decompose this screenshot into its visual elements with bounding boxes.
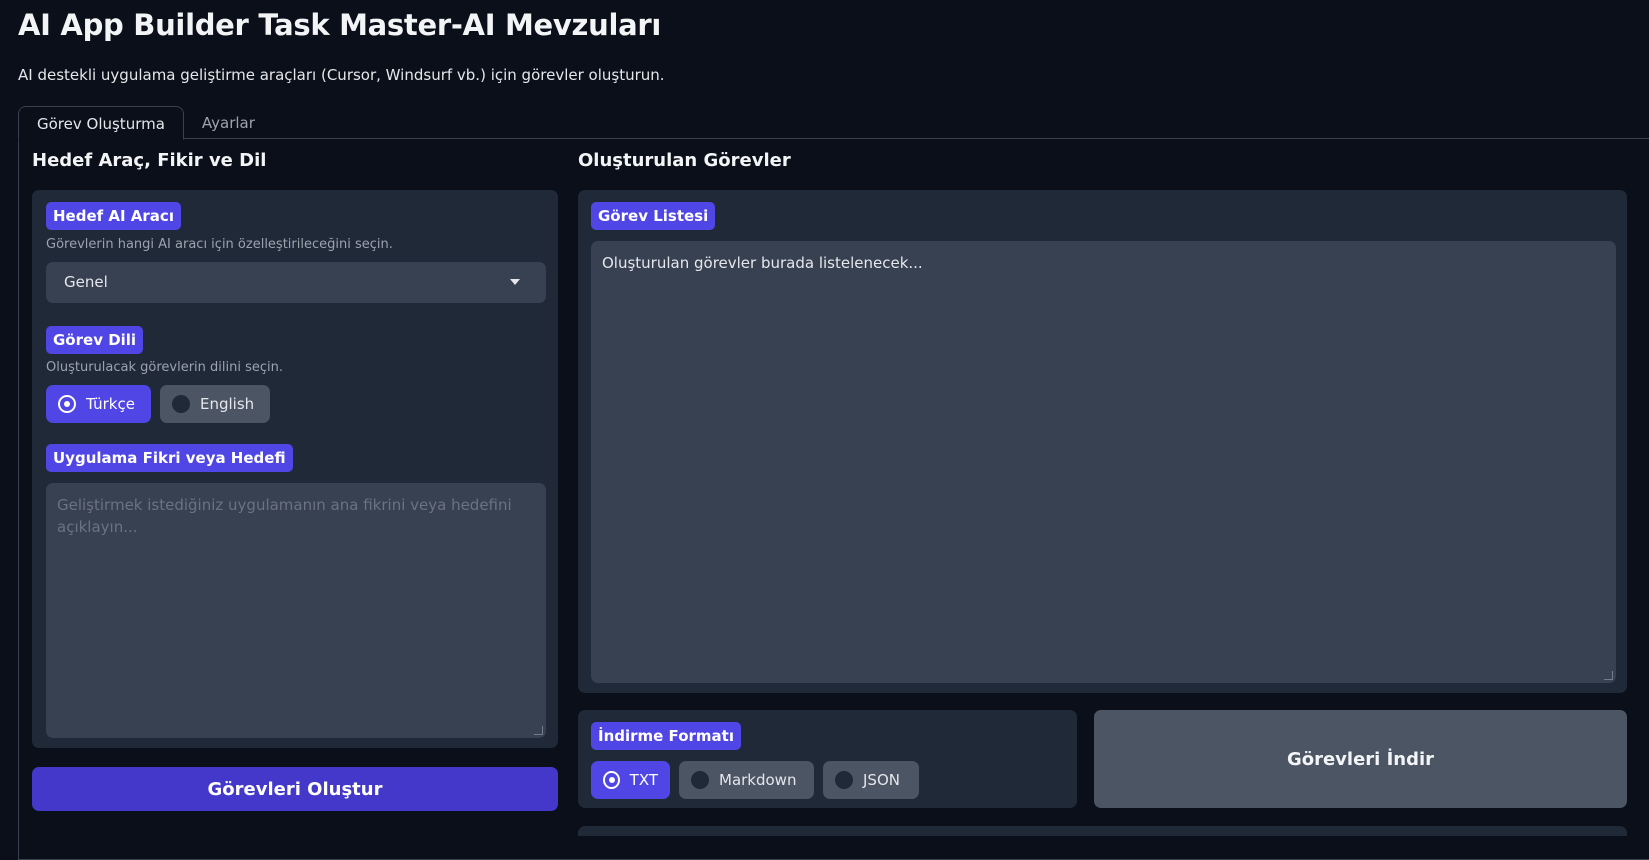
radio-unselected-icon — [835, 771, 853, 789]
radio-selected-icon — [603, 771, 620, 789]
language-option-label: Türkçe — [86, 395, 135, 413]
tool-selected-value: Genel — [64, 273, 108, 291]
tab-bar: Görev Oluşturma Ayarlar — [18, 106, 273, 140]
download-tasks-button[interactable]: Görevleri İndir — [1094, 710, 1627, 808]
tab-gorev-olusturma[interactable]: Görev Oluşturma — [18, 106, 184, 140]
tool-label: Hedef AI Aracı — [46, 202, 181, 230]
tab-ayarlar[interactable]: Ayarlar — [184, 106, 273, 139]
task-list-label: Görev Listesi — [591, 202, 716, 230]
chevron-down-icon — [510, 279, 520, 285]
task-list-placeholder: Oluşturulan görevler burada listelenecek… — [602, 254, 923, 272]
tool-hint: Görevlerin hangi AI aracı için özelleşti… — [46, 237, 393, 252]
language-option-label: English — [200, 395, 255, 413]
tool-dropdown[interactable]: Genel — [46, 262, 546, 303]
page-subtitle: AI destekli uygulama geliştirme araçları… — [18, 66, 665, 84]
right-column-heading: Oluşturulan Görevler — [578, 150, 791, 171]
language-option-turkce[interactable]: Türkçe — [46, 385, 151, 423]
download-format-label: İndirme Formatı — [591, 722, 741, 750]
language-option-english[interactable]: English — [160, 385, 270, 423]
next-panel-edge — [578, 826, 1627, 836]
page-title: AI App Builder Task Master-AI Mevzuları — [18, 8, 661, 42]
idea-label: Uygulama Fikri veya Hedefi — [46, 444, 293, 472]
format-option-label: JSON — [863, 771, 900, 789]
language-hint: Oluşturulacak görevlerin dilini seçin. — [46, 360, 283, 375]
idea-textarea[interactable]: Geliştirmek istediğiniz uygulamanın ana … — [46, 483, 546, 738]
resize-grip-icon[interactable] — [1604, 671, 1613, 680]
format-option-label: TXT — [629, 771, 658, 789]
radio-selected-icon — [58, 395, 76, 413]
language-label: Görev Dili — [46, 326, 144, 354]
generate-tasks-button[interactable]: Görevleri Oluştur — [32, 767, 558, 811]
format-option-label: Markdown — [719, 771, 797, 789]
radio-unselected-icon — [172, 395, 190, 413]
radio-unselected-icon — [691, 771, 709, 789]
left-column-heading: Hedef Araç, Fikir ve Dil — [32, 150, 267, 171]
format-option-json[interactable]: JSON — [823, 761, 919, 799]
task-list-output[interactable]: Oluşturulan görevler burada listelenecek… — [591, 241, 1616, 683]
resize-grip-icon[interactable] — [534, 726, 543, 735]
format-option-txt[interactable]: TXT — [591, 761, 670, 799]
idea-placeholder: Geliştirmek istediğiniz uygulamanın ana … — [57, 496, 512, 536]
format-option-markdown[interactable]: Markdown — [679, 761, 814, 799]
